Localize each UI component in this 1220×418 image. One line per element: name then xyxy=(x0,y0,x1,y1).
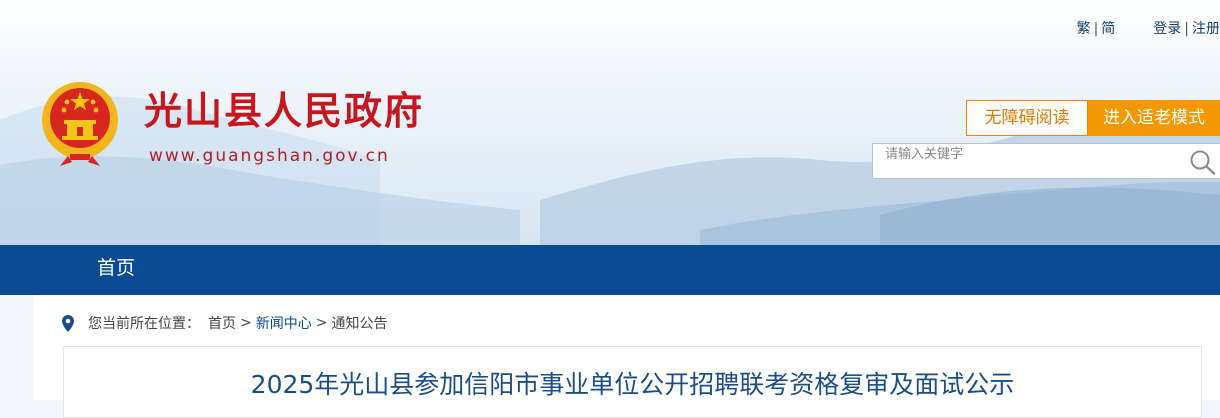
breadcrumb-separator: > xyxy=(240,315,252,331)
register-link[interactable]: 注册 xyxy=(1192,18,1220,38)
login-link[interactable]: 登录 xyxy=(1153,18,1181,38)
elderly-mode-button[interactable]: 进入适老模式 xyxy=(1088,100,1220,136)
header-banner: 繁 | 简登录 | 注册 光山县人民政府 www.guangshan.gov.cn 无障… xyxy=(0,0,1220,245)
mode-buttons: 无障碍阅读 进入适老模式 xyxy=(966,100,1220,136)
breadcrumb: 您当前所在位置： 首页 > 新闻中心 > 通知公告 xyxy=(62,313,387,333)
breadcrumb-notices-link[interactable]: 通知公告 xyxy=(331,313,387,333)
search-icon[interactable] xyxy=(1189,149,1217,175)
breadcrumb-news-center-link[interactable]: 新闻中心 xyxy=(256,313,312,333)
lang-simplified-link[interactable]: 简 xyxy=(1101,18,1115,38)
nav-item-home[interactable]: 首页 xyxy=(97,245,135,295)
top-links: 繁 | 简登录 | 注册 xyxy=(1077,18,1220,38)
separator: | xyxy=(1093,21,1099,37)
site-url: www.guangshan.gov.cn xyxy=(149,146,390,166)
lang-traditional-link[interactable]: 繁 xyxy=(1077,18,1091,38)
breadcrumb-home-link[interactable]: 首页 xyxy=(208,313,236,333)
search-box xyxy=(872,143,1220,179)
main-nav: 首页 xyxy=(0,245,1220,295)
search-input[interactable] xyxy=(885,144,1165,164)
site-title: 光山县人民政府 xyxy=(144,89,425,133)
separator: | xyxy=(1184,21,1189,37)
breadcrumb-separator: > xyxy=(315,315,328,331)
accessibility-reading-button[interactable]: 无障碍阅读 xyxy=(966,100,1088,136)
breadcrumb-prefix: 您当前所在位置： xyxy=(88,316,200,332)
national-emblem-icon xyxy=(42,82,118,166)
location-pin-icon xyxy=(62,314,74,332)
article-panel: 2025年光山县参加信阳市事业单位公开招聘联考资格复审及面试公示 xyxy=(63,346,1202,418)
article-title: 2025年光山县参加信阳市事业单位公开招聘联考资格复审及面试公示 xyxy=(250,370,1015,399)
